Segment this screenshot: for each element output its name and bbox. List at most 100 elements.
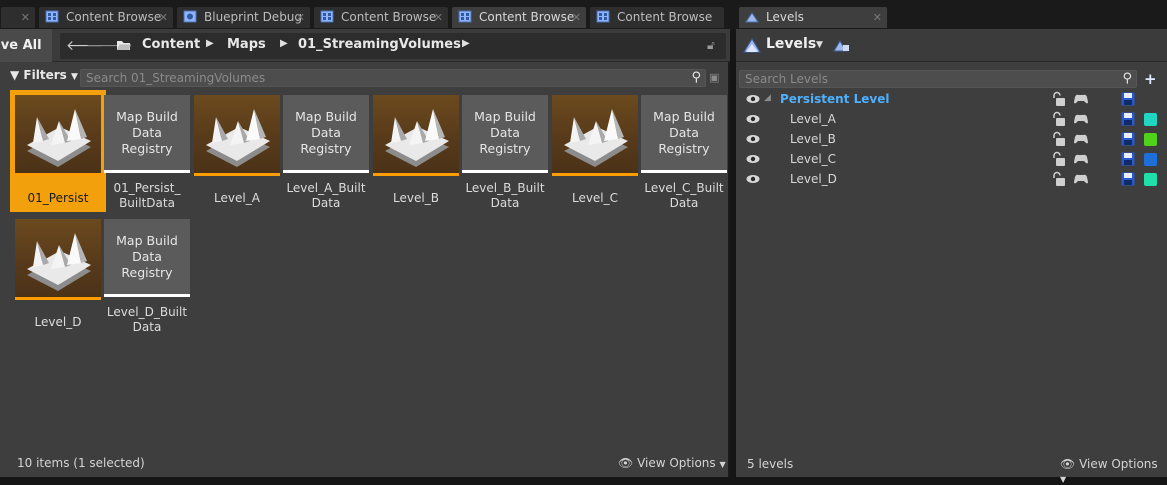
thumbnail-text: Map Build	[295, 109, 357, 124]
gamepad-icon[interactable]	[1073, 93, 1089, 108]
level-color-swatch[interactable]	[1144, 153, 1157, 166]
level-row[interactable]: Level_B	[740, 130, 1165, 150]
content-browser-icon	[458, 9, 472, 23]
level-row[interactable]: Level_A	[740, 110, 1165, 130]
lock-icon[interactable]	[1050, 151, 1066, 170]
breadcrumb-streaming-volumes[interactable]: 01_StreamingVolumes	[298, 37, 461, 52]
thumbnail-text: Data	[311, 125, 341, 140]
tab-content-browser-active[interactable]: Content Browse ✕	[451, 6, 587, 28]
add-level-icon[interactable]: +	[1144, 70, 1157, 88]
close-icon[interactable]: ✕	[873, 7, 882, 28]
save-level-icon[interactable]	[1121, 172, 1135, 189]
save-level-icon[interactable]	[1121, 112, 1135, 129]
close-icon[interactable]: ✕	[159, 7, 168, 28]
asset-label-line: Level_C	[571, 191, 619, 205]
build-data-thumbnail: Map Build Data Registry	[104, 95, 190, 173]
save-level-icon[interactable]	[1121, 132, 1135, 149]
levels-details-icon[interactable]	[832, 37, 850, 56]
expand-triangle-icon[interactable]: ◢	[764, 93, 771, 103]
tab-label: Content Browse	[66, 10, 162, 24]
level-name[interactable]: Level_D	[790, 172, 837, 186]
level-color-swatch[interactable]	[1144, 133, 1157, 146]
tab-content-browser-2[interactable]: Content Browse ✕	[313, 6, 449, 28]
gamepad-icon[interactable]	[1073, 173, 1089, 188]
persistent-level-name[interactable]: Persistent Level	[780, 92, 889, 106]
view-options-label: View Options	[1079, 457, 1158, 471]
close-icon[interactable]: ✕	[434, 7, 443, 28]
close-icon[interactable]: ✕	[21, 7, 30, 28]
content-browser-panel: ave All 🡐 🡒 Content ▶ Maps ▶ 01_Streamin…	[0, 29, 730, 477]
gamepad-icon[interactable]	[1073, 113, 1089, 128]
tab-strip: ✕ Content Browse ✕ Blueprint Debug ✕ Con…	[0, 0, 1167, 30]
filters-dropdown[interactable]: ▼ Filters ▼	[10, 68, 78, 86]
tab-truncated[interactable]: ✕	[0, 6, 36, 28]
asset-label: Level_A_Built Data	[277, 181, 375, 211]
tab-content-browser-1[interactable]: Content Browse ✕	[38, 6, 174, 28]
level-name[interactable]: Level_B	[790, 132, 836, 146]
thumbnail-text: Data	[669, 125, 699, 140]
gamepad-icon[interactable]	[1073, 133, 1089, 148]
level-color-swatch[interactable]	[1144, 113, 1157, 126]
visibility-eye-icon[interactable]	[746, 114, 760, 124]
asset-label-line: 01_Persist_	[113, 181, 181, 195]
thumbnail-text: Map Build	[116, 109, 178, 124]
lock-icon[interactable]: 🔓︎	[707, 38, 715, 53]
save-search-icon[interactable]: ▣	[709, 71, 719, 84]
tab-content-browser-3[interactable]: Content Browse	[589, 6, 725, 28]
level-name[interactable]: Level_A	[790, 112, 836, 126]
tab-label: Content Browse	[617, 10, 713, 24]
asset-label-line: 01_Persist	[27, 191, 89, 205]
thumbnail-text: Data	[132, 249, 162, 264]
asset-label-line: Level_A	[214, 191, 260, 205]
close-icon[interactable]: ✕	[296, 7, 305, 28]
build-data-thumbnail: Map Build Data Registry	[462, 95, 548, 173]
asset-search-input[interactable]: Search 01_StreamingVolumes ⚲	[80, 69, 706, 87]
save-level-icon[interactable]	[1121, 92, 1135, 109]
save-level-icon[interactable]	[1121, 152, 1135, 169]
breadcrumb-separator-icon[interactable]: ▶	[206, 38, 214, 49]
levels-search-input[interactable]: Search Levels ⚲	[739, 70, 1137, 88]
thumbnail-text: Map Build	[653, 109, 715, 124]
asset-label: 01_Persist	[9, 191, 107, 206]
breadcrumb-separator-icon[interactable]: ▶	[280, 38, 288, 49]
breadcrumb-content[interactable]: Content	[142, 37, 200, 52]
tab-blueprint-debugger[interactable]: Blueprint Debug ✕	[176, 6, 311, 28]
chevron-down-icon: ▼	[719, 460, 726, 469]
asset-tile-map[interactable]: 01_Persist	[10, 90, 106, 212]
asset-label-line: Data	[669, 196, 699, 210]
thumbnail-text: Map Build	[116, 233, 178, 248]
level-name[interactable]: Level_C	[790, 152, 836, 166]
visibility-eye-icon[interactable]	[746, 134, 760, 144]
visibility-eye-icon[interactable]	[746, 94, 760, 104]
lock-icon[interactable]	[1050, 111, 1066, 130]
view-options-button[interactable]: 👁︎ View Options ▼	[618, 456, 726, 470]
levels-icon	[745, 9, 759, 23]
close-icon[interactable]: ✕	[572, 7, 581, 28]
level-row[interactable]: Level_D	[740, 170, 1165, 190]
lock-icon[interactable]	[1050, 171, 1066, 190]
level-color-swatch[interactable]	[1144, 173, 1157, 186]
thumbnail-text: Data	[132, 125, 162, 140]
search-icon[interactable]: ⚲	[1122, 71, 1132, 87]
save-all-button[interactable]: ave All	[0, 29, 52, 62]
visibility-eye-icon[interactable]	[746, 174, 760, 184]
content-browser-icon	[45, 9, 59, 23]
breadcrumb-maps[interactable]: Maps	[227, 37, 266, 52]
content-browser-icon	[320, 9, 334, 23]
level-row-persistent[interactable]: ◢ Persistent Level	[740, 90, 1165, 110]
content-status: 10 items (1 selected)	[17, 456, 145, 470]
visibility-eye-icon[interactable]	[746, 154, 760, 164]
map-thumbnail-icon	[194, 95, 280, 176]
levels-menu-button[interactable]: Levels ▼	[740, 35, 830, 57]
tab-levels[interactable]: Levels ✕	[738, 6, 888, 28]
lock-icon[interactable]	[1050, 131, 1066, 150]
gamepad-icon[interactable]	[1073, 153, 1089, 168]
filter-icon: ▼	[10, 68, 20, 82]
search-icon[interactable]: ⚲	[691, 70, 701, 86]
levels-icon	[742, 36, 762, 57]
thumbnail-text: Registry	[121, 141, 173, 156]
levels-view-options-button[interactable]: 👁︎ View Options ▼	[1060, 457, 1167, 485]
level-row[interactable]: Level_C	[740, 150, 1165, 170]
breadcrumb-separator-icon[interactable]: ▶	[462, 38, 470, 49]
lock-icon[interactable]	[1050, 91, 1066, 110]
